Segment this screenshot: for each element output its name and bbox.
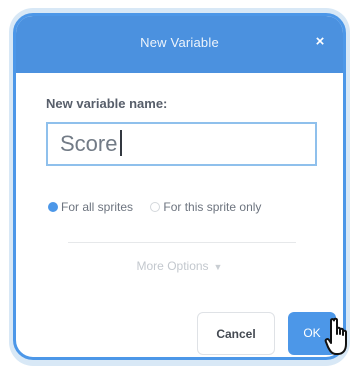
hand-pointer-cursor-icon [324, 317, 347, 355]
text-caret [120, 130, 123, 157]
chevron-down-icon: ▼ [213, 262, 223, 272]
new-variable-dialog: New Variable × New variable name: Score … [13, 13, 346, 360]
dialog-titlebar: New Variable × [16, 16, 343, 73]
divider [68, 242, 296, 243]
for-all-sprites-label[interactable]: For all sprites [61, 200, 133, 214]
radio-for-all-sprites[interactable] [48, 202, 58, 212]
scope-radio-group: For all sprites For this sprite only [48, 200, 261, 214]
variable-name-label: New variable name: [46, 96, 168, 111]
for-this-sprite-only-label[interactable]: For this sprite only [163, 200, 261, 214]
more-options-label: More Options [136, 259, 209, 273]
radio-for-this-sprite-only[interactable] [150, 202, 161, 212]
variable-name-value: Score [60, 131, 118, 156]
cancel-button[interactable]: Cancel [197, 312, 275, 355]
more-options-toggle[interactable]: More Options ▼ [16, 259, 343, 273]
variable-name-input[interactable]: Score [46, 122, 317, 166]
close-icon[interactable]: × [311, 33, 329, 51]
dialog-backdrop: New Variable × New variable name: Score … [9, 8, 350, 366]
dialog-title: New Variable [140, 35, 219, 50]
